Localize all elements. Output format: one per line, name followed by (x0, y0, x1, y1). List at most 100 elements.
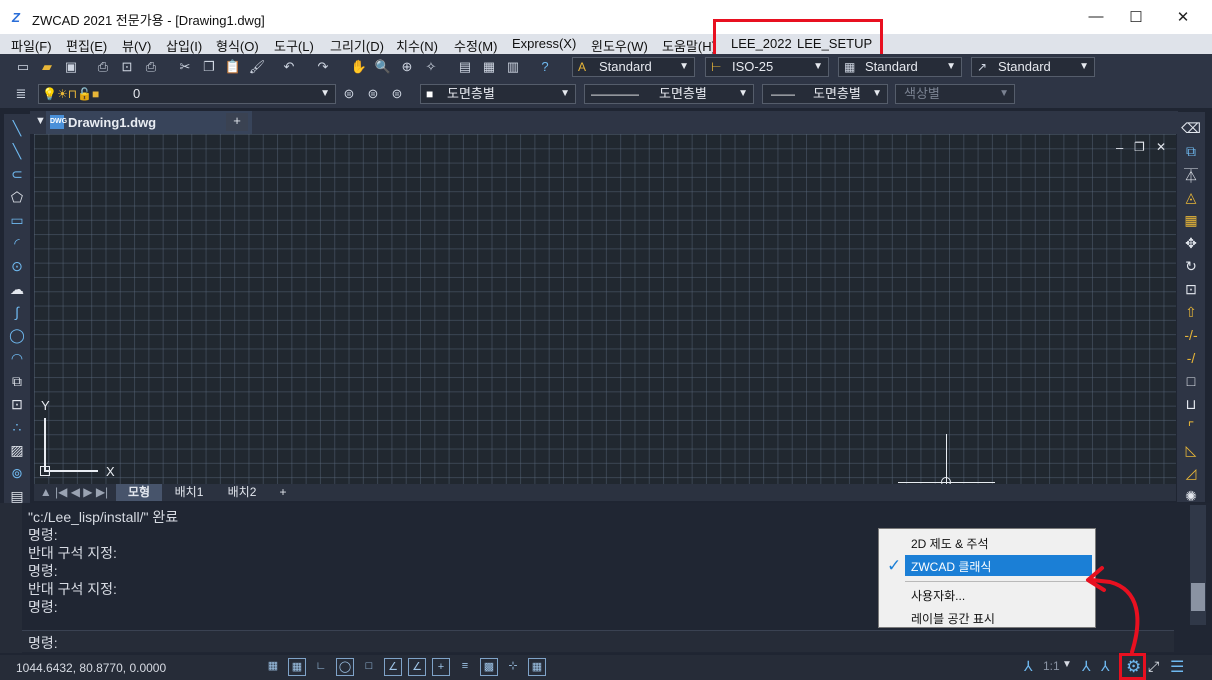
menu-dimension[interactable]: 치수(N) (396, 36, 438, 55)
layout-nav-arrows-icon[interactable]: ▲ |◀ ◀ ▶ ▶| (36, 484, 112, 501)
customize-menu-icon[interactable]: ☰ (1170, 657, 1184, 677)
lineweight-select[interactable]: —— 도면층별 ▼ (762, 84, 888, 104)
plotstyle-select[interactable]: 색상별 ▼ (895, 84, 1015, 104)
otrack-icon[interactable]: ∠ (384, 658, 402, 676)
annotation-visibility-icon[interactable]: ⅄ (1082, 658, 1091, 675)
erase-icon[interactable]: ⌫ (1181, 120, 1201, 140)
menu-draw[interactable]: 그리기(D) (330, 36, 384, 55)
copy-icon[interactable]: ❐ (200, 58, 218, 76)
color-select[interactable]: ■ 도면층별 ▼ (420, 84, 576, 104)
design-center-icon[interactable]: ▦ (480, 58, 498, 76)
menu-item-2d-drafting[interactable]: 2D 제도 & 주석 (911, 535, 989, 552)
move-icon[interactable]: ✥ (1181, 235, 1201, 255)
rotate-icon[interactable]: ↻ (1181, 258, 1201, 278)
minimize-button[interactable]: — (1086, 8, 1106, 25)
annotation-scale-value[interactable]: 1:1 (1043, 659, 1060, 673)
chevron-down-icon[interactable]: ▼ (1062, 659, 1072, 670)
viewport-restore-icon[interactable]: ❐ (1134, 140, 1145, 154)
stretch-icon[interactable]: ⇧ (1181, 304, 1201, 324)
zoom-realtime-icon[interactable]: 🔍 (374, 58, 392, 76)
menu-insert[interactable]: 삽입(I) (166, 36, 202, 55)
break-icon[interactable]: □ (1181, 373, 1201, 393)
print-preview-icon[interactable]: ⊡ (118, 58, 136, 76)
match-properties-icon[interactable]: 🖌 (248, 58, 266, 76)
linetype-select[interactable]: ———— 도면층별 ▼ (584, 84, 754, 104)
close-button[interactable]: ✕ (1173, 8, 1193, 26)
snap-icon[interactable]: ▦ (288, 658, 306, 676)
point-icon[interactable]: ∴ (7, 419, 27, 439)
array-icon[interactable]: ▦ (1181, 212, 1201, 232)
viewport-close-icon[interactable]: ✕ (1156, 140, 1166, 154)
menu-item-show-label-space[interactable]: 레이블 공간 표시 (911, 610, 995, 627)
layer-select[interactable]: 💡☀⊓🔓■ 0 ▼ (38, 84, 336, 104)
insert-block-icon[interactable]: ⧉ (7, 373, 27, 393)
print-icon[interactable]: ⎙ (94, 58, 112, 76)
pan-icon[interactable]: ✋ (350, 58, 368, 76)
publish-icon[interactable]: ⎙ (142, 58, 160, 76)
ortho-icon[interactable]: ∟ (312, 658, 330, 676)
scale-icon[interactable]: ⊡ (1181, 281, 1201, 301)
viewport-minimize-icon[interactable]: – (1116, 140, 1123, 155)
polygon-icon[interactable]: ⬠ (7, 189, 27, 209)
menu-format[interactable]: 형식(O) (216, 36, 259, 55)
drawing-canvas[interactable]: – ❐ ✕ Y X (34, 134, 1176, 487)
text-style-select[interactable]: A Standard ▼ (572, 57, 695, 77)
undo-icon[interactable]: ↶ (280, 58, 298, 76)
command-scrollbar[interactable] (1190, 505, 1206, 625)
menu-view[interactable]: 뷰(V) (122, 36, 151, 55)
selection-cycling-icon[interactable]: ⊹ (504, 658, 522, 676)
mirror-icon[interactable]: ⏄ (1181, 166, 1201, 186)
maximize-button[interactable]: ☐ (1126, 8, 1146, 26)
mleader-style-select[interactable]: ↗ Standard ▼ (971, 57, 1095, 77)
menu-item-customize[interactable]: 사용자화... (911, 587, 965, 604)
auto-scale-icon[interactable]: ⅄ (1101, 658, 1110, 675)
layer-state-icon[interactable]: ⊜ (388, 85, 406, 103)
construction-line-icon[interactable]: ╲ (7, 143, 27, 163)
osnap-icon[interactable]: □ (360, 658, 378, 676)
tool-palette-icon[interactable]: ▥ (504, 58, 522, 76)
hatch-icon[interactable]: ▨ (7, 442, 27, 462)
command-grip[interactable] (0, 503, 22, 653)
chamfer-icon[interactable]: ⌜ (1181, 419, 1201, 439)
arc-icon[interactable]: ◜ (7, 235, 27, 255)
extend-icon[interactable]: -/ (1181, 350, 1201, 370)
join-icon[interactable]: ⊔ (1181, 396, 1201, 416)
copy-object-icon[interactable]: ⧉ (1181, 143, 1201, 163)
ellipse-arc-icon[interactable]: ◠ (7, 350, 27, 370)
menu-window[interactable]: 윈도우(W) (591, 36, 648, 55)
transparency-icon[interactable]: ▩ (480, 658, 498, 676)
add-layout-button[interactable]: + (270, 484, 296, 501)
new-file-icon[interactable]: ▭ (14, 58, 32, 76)
dim-style-select[interactable]: ⊢ ISO-25 ▼ (705, 57, 829, 77)
paste-icon[interactable]: 📋 (224, 58, 242, 76)
scrollbar-thumb[interactable] (1191, 583, 1205, 611)
layer-manager-icon[interactable]: ≣ (12, 85, 30, 103)
grid-icon[interactable]: ▦ (264, 658, 282, 676)
help-icon[interactable]: ? (536, 58, 554, 76)
circle-icon[interactable]: ⊙ (7, 258, 27, 278)
save-icon[interactable]: ▣ (62, 58, 80, 76)
blend-icon[interactable]: ◿ (1181, 465, 1201, 485)
ellipse-icon[interactable]: ◯ (7, 327, 27, 347)
region-icon[interactable]: ⊚ (7, 465, 27, 485)
menu-tools[interactable]: 도구(L) (274, 36, 314, 55)
menu-edit[interactable]: 편집(E) (66, 36, 107, 55)
spline-icon[interactable]: ∫ (7, 304, 27, 324)
cut-icon[interactable]: ✂ (176, 58, 194, 76)
make-current-layer-icon[interactable]: ⊜ (340, 85, 358, 103)
tab-layout1[interactable]: 배치1 (164, 484, 214, 501)
menu-express[interactable]: Express(X) (512, 36, 576, 51)
zoom-previous-icon[interactable]: ✧ (422, 58, 440, 76)
dynamic-input-icon[interactable]: + (432, 658, 450, 676)
menu-file[interactable]: 파일(F) (11, 36, 52, 55)
fillet-icon[interactable]: ◺ (1181, 442, 1201, 462)
layer-previous-icon[interactable]: ⊜ (364, 85, 382, 103)
annotation-monitor-icon[interactable]: ▦ (528, 658, 546, 676)
table-style-select[interactable]: ▦ Standard ▼ (838, 57, 962, 77)
zoom-window-icon[interactable]: ⊕ (398, 58, 416, 76)
properties-icon[interactable]: ▤ (456, 58, 474, 76)
lineweight-icon[interactable]: ≡ (456, 658, 474, 676)
polar-icon[interactable]: ◯ (336, 658, 354, 676)
command-input[interactable]: 명령: (22, 630, 1174, 652)
menu-help[interactable]: 도움말(H) (662, 36, 716, 55)
